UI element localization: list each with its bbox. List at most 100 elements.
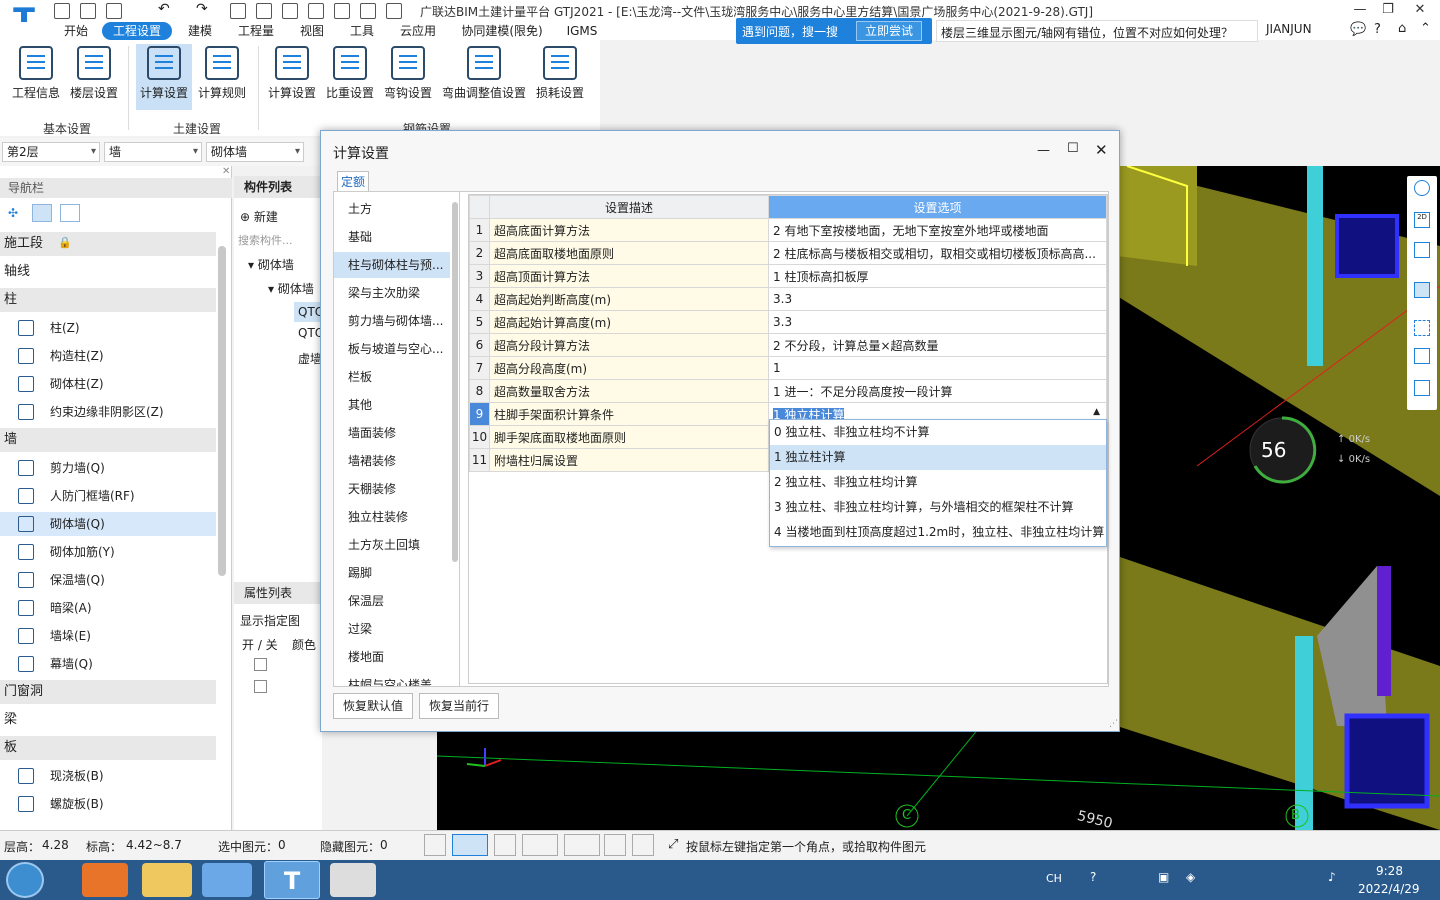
- arc-icon[interactable]: [632, 834, 654, 856]
- table-row[interactable]: 7 超高分段高度(m) 1: [469, 356, 1107, 380]
- category-item[interactable]: 踢脚: [334, 560, 450, 586]
- row-value[interactable]: 1: [768, 356, 1107, 380]
- nav-cat-slab[interactable]: 板: [0, 736, 216, 760]
- dropdown-arrow-icon[interactable]: ▲: [1093, 407, 1100, 417]
- edit-icon[interactable]: [334, 3, 350, 19]
- tray-icons[interactable]: ? ▣ ◈ ♪: [1070, 870, 1336, 890]
- grid-icon[interactable]: [282, 3, 298, 19]
- table-row[interactable]: 3 超高顶面计算方法 1 柱顶标高扣板厚: [469, 264, 1107, 288]
- minimize-icon[interactable]: —: [1350, 2, 1370, 20]
- category-item[interactable]: 土方: [334, 196, 450, 222]
- nav-item-column[interactable]: 柱(Z): [0, 316, 216, 340]
- subtype-select[interactable]: 砌体墙: [206, 142, 304, 162]
- category-scrollbar[interactable]: [452, 202, 458, 562]
- menu-tools[interactable]: 工具: [342, 22, 382, 40]
- redo-icon[interactable]: ↷: [196, 1, 208, 17]
- tree-node[interactable]: QTQ: [298, 326, 322, 340]
- nav-item-edge-zone[interactable]: 约束边缘非阴影区(Z): [0, 400, 216, 424]
- row-value[interactable]: 3.3: [768, 287, 1107, 311]
- tree-node[interactable]: ▾ 砌体墙: [248, 256, 294, 273]
- project-info-button[interactable]: 工程信息: [8, 44, 64, 110]
- component-search-input[interactable]: 搜索构件...: [238, 232, 293, 248]
- component-list-tab[interactable]: 构件列表: [234, 176, 322, 198]
- fit-view-icon[interactable]: [1414, 320, 1430, 336]
- open-icon[interactable]: [54, 3, 70, 19]
- restore-defaults-button[interactable]: 恢复默认值: [333, 693, 413, 719]
- floor-select[interactable]: 第2层: [2, 142, 100, 162]
- orbit-icon[interactable]: [1414, 180, 1430, 196]
- dropdown-option[interactable]: 4 当楼地面到柱顶高度超过1.2m时，独立柱、非独立柱均计算: [770, 520, 1106, 545]
- chat-icon[interactable]: 💬: [1350, 22, 1366, 37]
- tree-node[interactable]: QTQ: [294, 302, 322, 322]
- nav-cat-section[interactable]: 施工段: [0, 232, 216, 256]
- dialog-close-icon[interactable]: ✕: [1095, 141, 1108, 159]
- table-row[interactable]: 1 超高底面计算方法 2 有地下室按楼地面，无地下室按室外地坪或楼地面: [469, 218, 1107, 242]
- nav-item-masonry-column[interactable]: 砌体柱(Z): [0, 372, 216, 396]
- row-value[interactable]: 1 柱顶标高扣板厚: [768, 264, 1107, 288]
- hook-settings-button[interactable]: 弯钩设置: [380, 44, 436, 110]
- floor-settings-button[interactable]: 楼层设置: [66, 44, 122, 110]
- category-item[interactable]: 独立柱装修: [334, 504, 450, 530]
- menu-modeling[interactable]: 建模: [180, 22, 220, 40]
- nav-item-curtain-wall[interactable]: 幕墙(Q): [0, 652, 216, 676]
- layer-checkbox[interactable]: [254, 680, 267, 693]
- start-button[interactable]: [6, 862, 44, 898]
- menu-collab[interactable]: 协同建模(限免): [454, 22, 550, 40]
- sum-icon[interactable]: [230, 3, 246, 19]
- help-tray-icon[interactable]: ?: [1090, 870, 1096, 884]
- menu-cloud[interactable]: 云应用: [394, 22, 442, 40]
- nav-cat-column[interactable]: 柱: [0, 288, 216, 312]
- skin-icon[interactable]: ⌂: [1398, 21, 1406, 36]
- snap-icon[interactable]: [564, 834, 600, 856]
- dropdown-option[interactable]: 3 独立柱、非独立柱均计算，与外墙相交的框架柱不计算: [770, 495, 1106, 520]
- user-name[interactable]: JIANJUN: [1266, 22, 1312, 36]
- help-search-input[interactable]: 楼层三维显示图元/轴网有错位，位置不对应如何处理？: [936, 20, 1258, 42]
- list-view-icon[interactable]: [32, 204, 52, 222]
- calc-settings-button[interactable]: 计算设置: [136, 44, 192, 110]
- density-settings-button[interactable]: 比重设置: [322, 44, 378, 110]
- menu-igms[interactable]: IGMS: [560, 22, 604, 40]
- report-icon[interactable]: [256, 3, 272, 19]
- angle-icon[interactable]: [522, 834, 558, 856]
- property-list-tab[interactable]: 属性列表: [234, 582, 322, 604]
- new-file-icon[interactable]: [80, 3, 96, 19]
- menu-view[interactable]: 视图: [292, 22, 332, 40]
- network-tray-icon[interactable]: ▣: [1158, 870, 1169, 884]
- volume-icon[interactable]: ♪: [1328, 870, 1336, 884]
- close-panel-icon[interactable]: ✕: [222, 166, 230, 177]
- dropdown-option[interactable]: 2 独立柱、非独立柱均计算: [770, 470, 1106, 495]
- ortho-icon[interactable]: [424, 834, 446, 856]
- show-specified-toggle[interactable]: 显示指定图: [240, 612, 322, 629]
- tab-quota[interactable]: 定额: [337, 171, 369, 191]
- input-language[interactable]: CH: [1046, 872, 1062, 885]
- category-item[interactable]: 柱帽与空心楼盖: [334, 672, 450, 686]
- 3d-view-icon[interactable]: [1414, 242, 1430, 258]
- nav-item-civil-defense-wall[interactable]: 人防门框墙(RF): [0, 484, 216, 508]
- settings-list-icon[interactable]: [1414, 380, 1430, 396]
- taskbar-explorer[interactable]: [142, 863, 192, 897]
- nav-item-constructional-column[interactable]: 构造柱(Z): [0, 344, 216, 368]
- tree-node[interactable]: ▾ 砌体墙: [268, 280, 314, 297]
- nav-cat-axis[interactable]: 轴线: [0, 260, 216, 284]
- dropdown-option-selected[interactable]: 1 独立柱计算: [770, 445, 1106, 470]
- tree-node[interactable]: 虚墙: [298, 350, 322, 367]
- cross-icon[interactable]: [494, 834, 516, 856]
- loss-settings-button[interactable]: 损耗设置: [532, 44, 588, 110]
- resize-grip-icon[interactable]: ⋰: [1109, 719, 1118, 729]
- table-row[interactable]: 6 超高分段计算方法 2 不分段，计算总量×超高数量: [469, 333, 1107, 357]
- category-item[interactable]: 过梁: [334, 616, 450, 642]
- category-item[interactable]: 土方灰土回填: [334, 532, 450, 558]
- pin-icon[interactable]: ✣: [8, 206, 18, 220]
- calc-rules-button[interactable]: 计算规则: [194, 44, 250, 110]
- category-item[interactable]: 剪力墙与砌体墙...: [334, 308, 450, 334]
- 2d-view-icon[interactable]: 2D: [1414, 212, 1430, 228]
- nav-cat-wall[interactable]: 墙: [0, 428, 216, 452]
- dynamic-input-icon[interactable]: [604, 834, 626, 856]
- new-component-button[interactable]: ⊕ 新建: [240, 208, 278, 225]
- taskbar-camera[interactable]: [330, 863, 376, 897]
- nav-item-masonry-rebar[interactable]: 砌体加筋(Y): [0, 540, 216, 564]
- save-icon[interactable]: [106, 3, 122, 19]
- nav-item-pilaster[interactable]: 墙垛(E): [0, 624, 216, 648]
- dropdown-option[interactable]: 0 独立柱、非独立柱均不计算: [770, 420, 1106, 445]
- bend-adjust-button[interactable]: 弯曲调整值设置: [440, 44, 528, 110]
